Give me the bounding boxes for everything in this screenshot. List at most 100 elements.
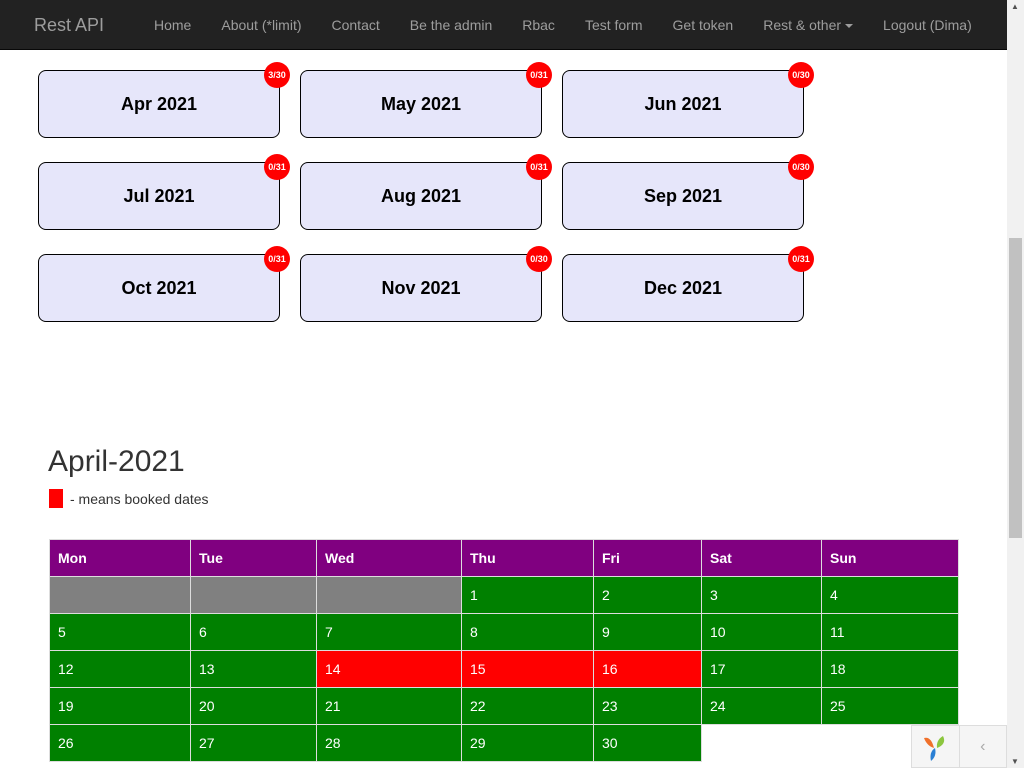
nav-item[interactable]: Home <box>139 0 206 50</box>
nav-item-label: Rbac <box>522 17 555 33</box>
nav-item[interactable]: Test form <box>570 0 658 50</box>
nav-item-label: Home <box>154 17 192 33</box>
month-card[interactable]: Oct 2021 0/31 <box>38 246 290 322</box>
free-day[interactable]: 21 <box>316 687 462 725</box>
nav-item-label: Logout (Dima) <box>883 17 972 33</box>
month-label: Oct 2021 <box>121 277 197 298</box>
free-day[interactable]: 6 <box>190 613 317 651</box>
legend: - means booked dates <box>49 489 209 508</box>
month-card[interactable]: Jun 2021 0/30 <box>562 62 814 138</box>
nav-item[interactable]: Rest & other <box>748 0 868 50</box>
free-day[interactable]: 25 <box>821 687 959 725</box>
booked-count-badge: 0/31 <box>264 246 290 272</box>
free-day[interactable]: 12 <box>49 650 191 688</box>
chevron-left-icon[interactable]: ‹ <box>960 726 1007 767</box>
week-row: 1234 <box>49 576 959 614</box>
booked-count-badge: 0/30 <box>788 154 814 180</box>
month-label: Nov 2021 <box>381 277 461 298</box>
nav-menu: Home About (*limit) Contact Be the admin Rba… <box>139 0 987 50</box>
booked-count-badge: 0/31 <box>788 246 814 272</box>
month-card[interactable]: Nov 2021 0/30 <box>300 246 552 322</box>
calendar-table: Mon Tue Wed Thu Fri Sat Sun 1 2 3 4 5 6 7 8 9 10 11 12 13 14… <box>49 539 959 762</box>
nav-item-label: Test form <box>584 17 643 33</box>
free-day[interactable]: 24 <box>701 687 822 725</box>
yii-logo-icon[interactable] <box>912 726 960 767</box>
nav-item[interactable]: Contact <box>317 0 395 50</box>
free-day[interactable]: 20 <box>190 687 317 725</box>
free-day[interactable]: 19 <box>49 687 191 725</box>
empty-cell <box>49 576 191 614</box>
month-label: Dec 2021 <box>643 277 723 298</box>
free-day[interactable]: 26 <box>49 724 191 762</box>
nav-item-label: Be the admin <box>409 17 493 33</box>
free-day[interactable]: 18 <box>821 650 959 688</box>
free-day[interactable]: 8 <box>461 613 594 651</box>
nav-item-label: About (*limit) <box>221 17 302 33</box>
month-label: May 2021 <box>380 93 462 114</box>
scrollbar[interactable]: ▲ ▼ <box>1007 0 1024 768</box>
month-label: Sep 2021 <box>643 185 723 206</box>
nav-item[interactable]: Rbac <box>507 0 570 50</box>
day-header: Sat <box>701 539 822 577</box>
day-header: Tue <box>190 539 317 577</box>
day-header: Mon <box>49 539 191 577</box>
booked-count-badge: 3/30 <box>264 62 290 88</box>
booked-count-badge: 0/30 <box>788 62 814 88</box>
month-card[interactable]: Apr 2021 3/30 <box>38 62 290 138</box>
free-day[interactable]: 27 <box>190 724 317 762</box>
booked-count-badge: 0/31 <box>264 154 290 180</box>
booked-count-badge: 0/30 <box>526 246 552 272</box>
free-day[interactable]: 17 <box>701 650 822 688</box>
free-day[interactable]: 4 <box>821 576 959 614</box>
day-header: Thu <box>461 539 594 577</box>
week-row: 26 27 28 29 30 <box>49 724 959 762</box>
free-day[interactable]: 5 <box>49 613 191 651</box>
nav-item-label: Rest & other <box>763 17 842 33</box>
month-card[interactable]: May 2021 0/31 <box>300 62 552 138</box>
scroll-down-icon[interactable]: ▼ <box>1011 757 1019 766</box>
free-day[interactable]: 1 <box>461 576 594 614</box>
free-day[interactable]: 22 <box>461 687 594 725</box>
nav-item[interactable]: Get token <box>658 0 749 50</box>
nav-item[interactable]: Logout (Dima) <box>868 0 987 50</box>
brand-link[interactable]: Rest API <box>34 15 104 36</box>
month-card[interactable]: Jul 2021 0/31 <box>38 154 290 230</box>
free-day[interactable]: 30 <box>593 724 702 762</box>
free-day[interactable]: 13 <box>190 650 317 688</box>
empty-cell <box>316 576 462 614</box>
free-day[interactable]: 29 <box>461 724 594 762</box>
booked-day[interactable]: 14 <box>316 650 462 688</box>
legend-text: - means booked dates <box>70 490 209 507</box>
free-day[interactable]: 2 <box>593 576 702 614</box>
free-day[interactable]: 3 <box>701 576 822 614</box>
scroll-up-icon[interactable]: ▲ <box>1011 2 1019 11</box>
day-header: Sun <box>821 539 959 577</box>
nav-item-label: Get token <box>672 17 734 33</box>
booked-count-badge: 0/31 <box>526 154 552 180</box>
nav-item[interactable]: About (*limit) <box>206 0 316 50</box>
debug-toolbar[interactable]: ‹ <box>911 725 1007 768</box>
free-day[interactable]: 9 <box>593 613 702 651</box>
free-day[interactable]: 11 <box>821 613 959 651</box>
free-day[interactable]: 10 <box>701 613 822 651</box>
month-label: Aug 2021 <box>380 185 462 206</box>
month-label: Jun 2021 <box>644 93 722 114</box>
free-day[interactable]: 23 <box>593 687 702 725</box>
week-row: 5 6 7 8 9 10 11 <box>49 613 959 651</box>
month-card[interactable]: Dec 2021 0/31 <box>562 246 814 322</box>
month-card[interactable]: Aug 2021 0/31 <box>300 154 552 230</box>
week-row: 12 13 14 15 16 17 18 <box>49 650 959 688</box>
free-day[interactable]: 7 <box>316 613 462 651</box>
booked-day[interactable]: 16 <box>593 650 702 688</box>
nav-item-label: Contact <box>331 17 380 33</box>
day-header: Fri <box>593 539 702 577</box>
navbar: Rest API Home About (*limit) Contact Be the… <box>0 0 1007 50</box>
month-card[interactable]: Sep 2021 0/30 <box>562 154 814 230</box>
caret-down-icon <box>845 24 854 29</box>
scrollbar-thumb[interactable] <box>1009 238 1022 538</box>
free-day[interactable]: 28 <box>316 724 462 762</box>
booked-day[interactable]: 15 <box>461 650 594 688</box>
month-label: Apr 2021 <box>120 93 198 114</box>
week-row: 19 20 21 22 23 24 25 <box>49 687 959 725</box>
nav-item[interactable]: Be the admin <box>395 0 508 50</box>
